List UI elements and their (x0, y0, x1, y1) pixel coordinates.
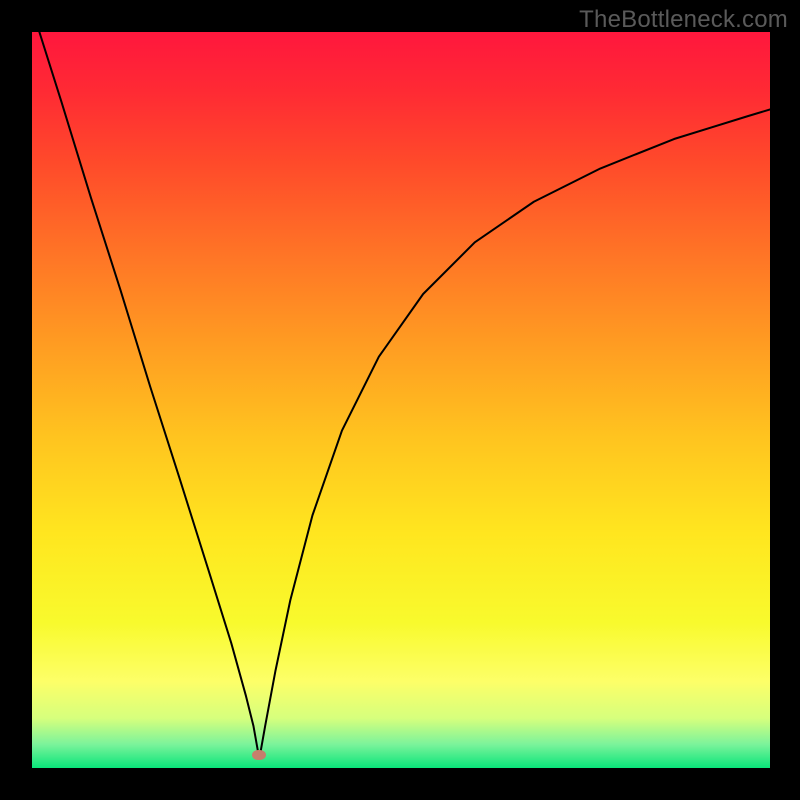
minimum-marker (252, 750, 266, 760)
chart-stage: TheBottleneck.com (0, 0, 800, 800)
curve-line (32, 32, 770, 768)
plot-area (32, 32, 770, 768)
watermark-text: TheBottleneck.com (579, 6, 788, 34)
